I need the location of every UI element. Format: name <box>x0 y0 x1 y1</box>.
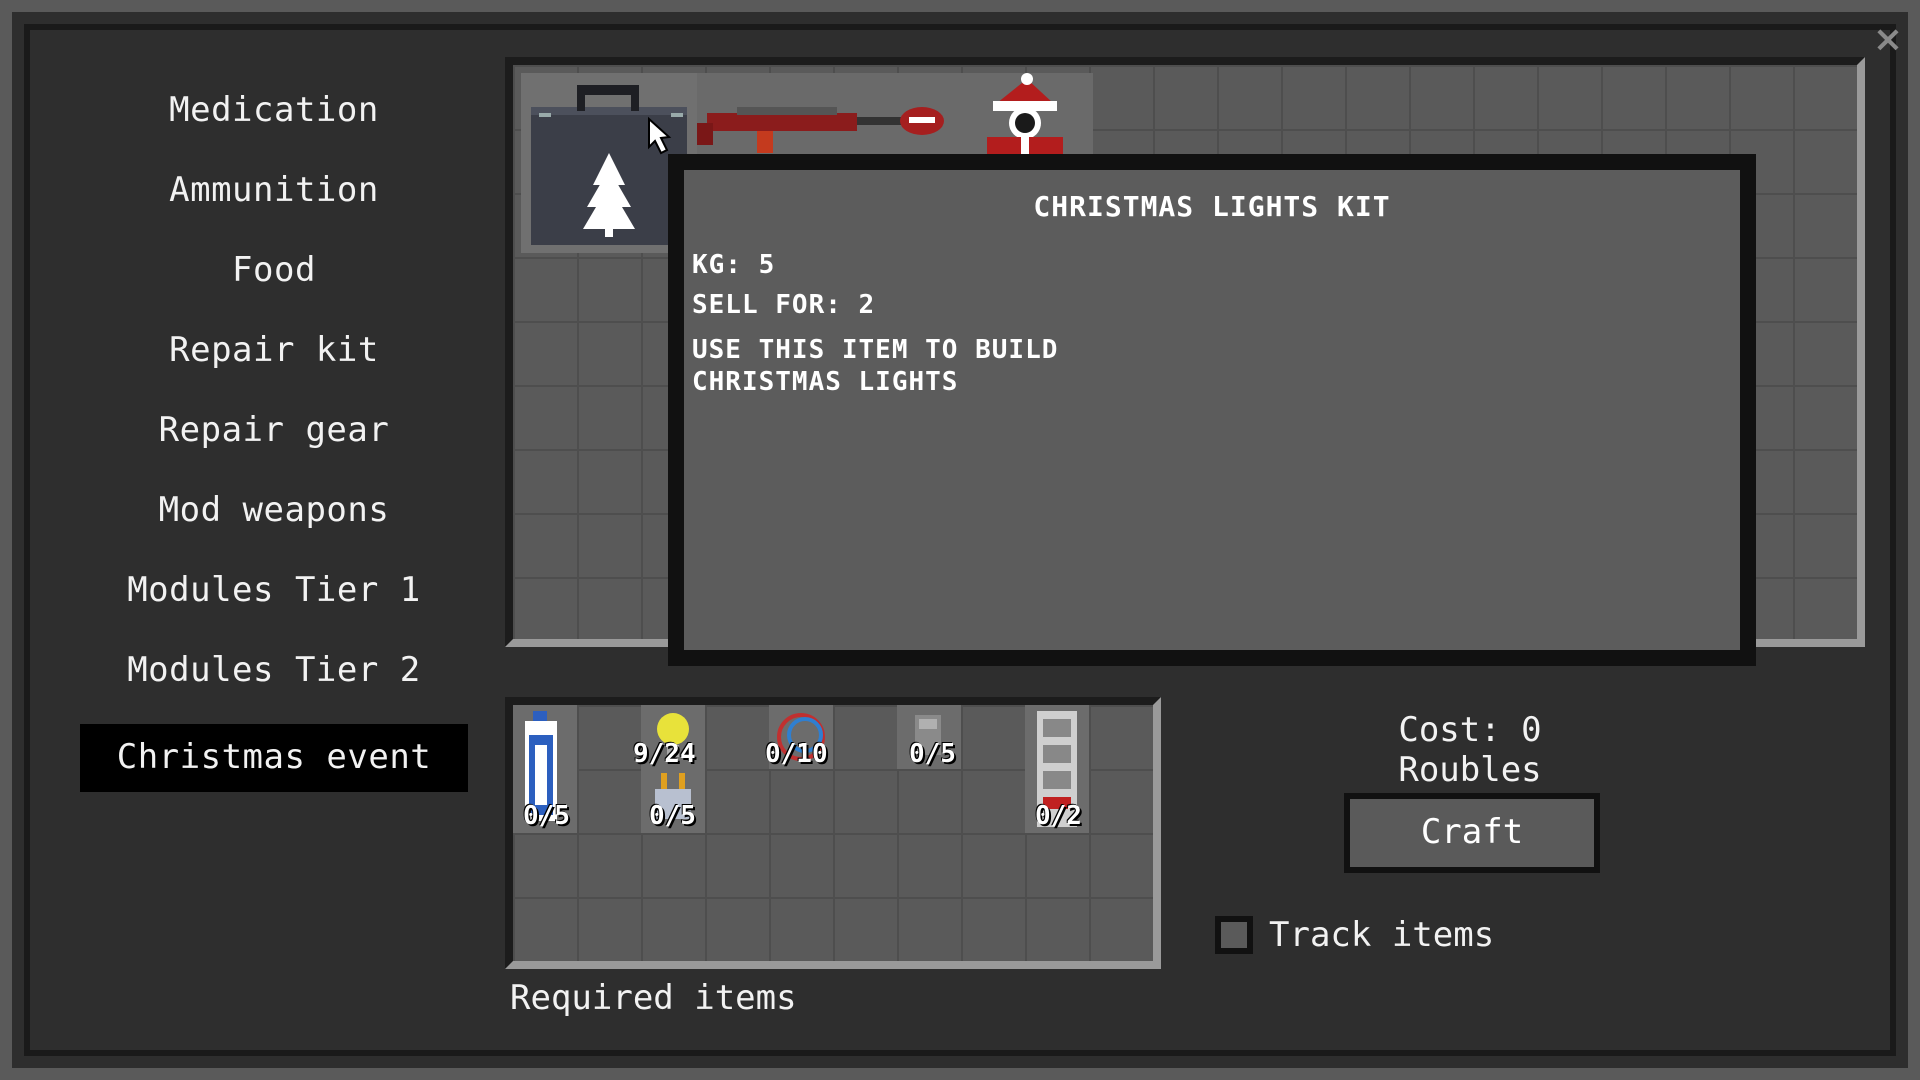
category-modules-tier-1[interactable]: Modules Tier 1 <box>80 560 468 640</box>
required-count-wire: 0/10 <box>765 739 828 769</box>
category-christmas-event[interactable]: Christmas event <box>80 724 468 792</box>
craft-cost: Cost: 0 Roubles <box>1398 710 1542 790</box>
track-items-checkbox[interactable] <box>1215 916 1253 954</box>
tooltip-title: CHRISTMAS LIGHTS KIT <box>1033 190 1391 223</box>
category-food[interactable]: Food <box>80 240 468 320</box>
track-items-toggle[interactable]: Track items <box>1215 915 1494 955</box>
required-count-light-bulb: 9/24 <box>633 739 696 769</box>
category-modules-tier-2[interactable]: Modules Tier 2 <box>80 640 468 720</box>
red-rifle-icon <box>697 107 944 153</box>
santa-suit-icon <box>987 73 1063 163</box>
required-items-label: Required items <box>510 978 797 1018</box>
required-count-water: 0/5 <box>523 801 570 831</box>
tooltip-weight: KG: 5 <box>692 250 776 280</box>
craft-button[interactable]: Craft <box>1344 793 1600 873</box>
tooltip-description-line-1: USE THIS ITEM TO BUILD <box>692 335 1059 365</box>
required-count-tape: 0/5 <box>909 739 956 769</box>
category-repair-gear[interactable]: Repair gear <box>80 400 468 480</box>
tooltip-description-line-2: CHRISTMAS LIGHTS <box>692 367 959 397</box>
category-mod-weapons[interactable]: Mod weapons <box>80 480 468 560</box>
required-count-plug: 0/5 <box>649 801 696 831</box>
close-icon[interactable]: × <box>1870 22 1906 58</box>
category-ammunition[interactable]: Ammunition <box>80 160 468 240</box>
required-items-grid: 0/5 9/24 0/5 0/10 0/5 0/2 <box>505 697 1161 969</box>
category-repair-kit[interactable]: Repair kit <box>80 320 468 400</box>
track-items-label: Track items <box>1269 915 1495 955</box>
tooltip-description: USE THIS ITEM TO BUILD CHRISTMAS LIGHTS <box>692 334 1192 398</box>
tooltip-sell-price: SELL FOR: 2 <box>692 290 876 320</box>
category-sidebar: Medication Ammunition Food Repair kit Re… <box>80 80 468 792</box>
required-count-server-rack: 0/2 <box>1035 801 1082 831</box>
item-tooltip: CHRISTMAS LIGHTS KIT KG: 5 SELL FOR: 2 U… <box>668 154 1756 666</box>
category-medication[interactable]: Medication <box>80 80 468 160</box>
